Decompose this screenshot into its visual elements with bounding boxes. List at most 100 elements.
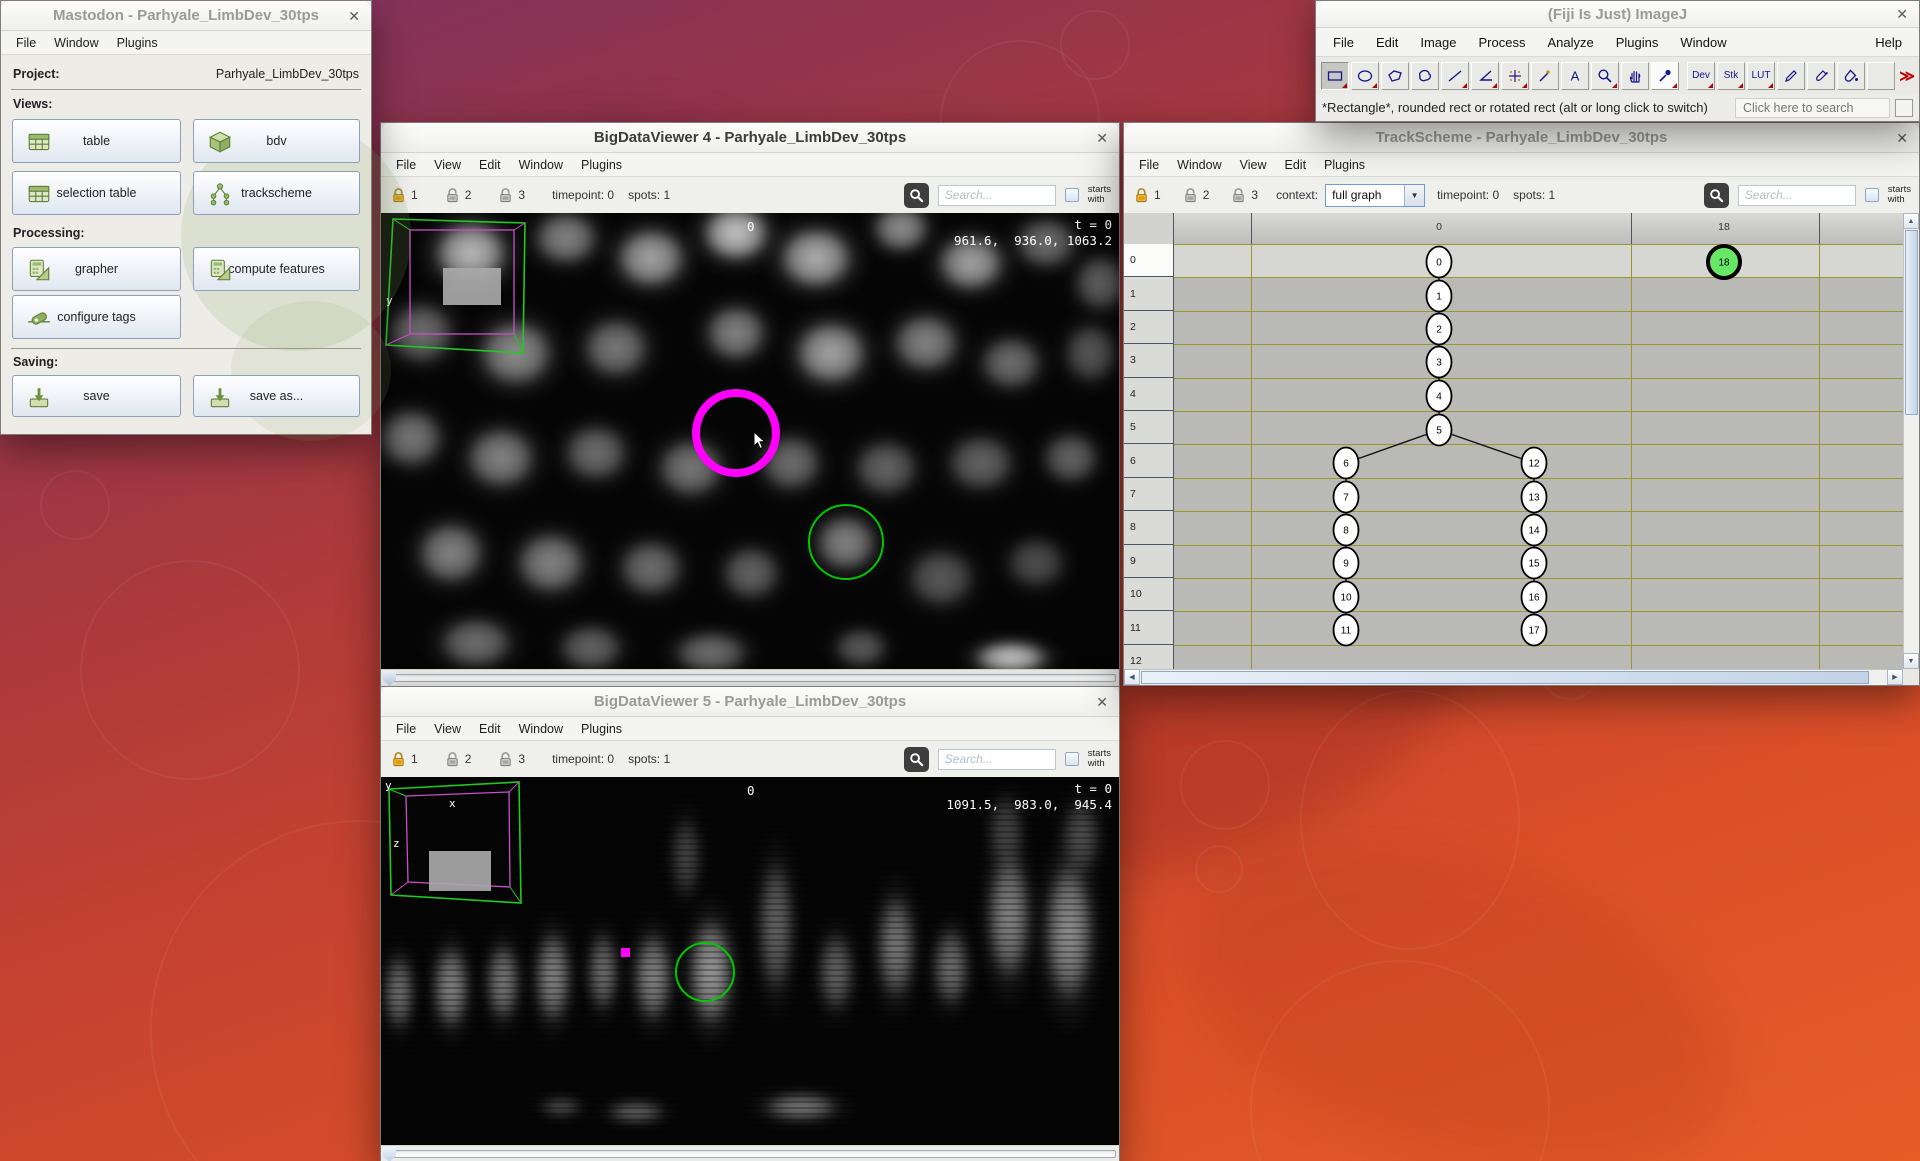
ts-menu-edit[interactable]: Edit <box>1276 158 1316 172</box>
close-icon[interactable]: ✕ <box>1896 130 1908 146</box>
point-tool-button[interactable] <box>1501 62 1529 90</box>
horizontal-scrollbar[interactable]: ◀ ▶ <box>1124 669 1903 685</box>
ij-menu-help[interactable]: Help <box>1864 35 1913 50</box>
ij-menu-edit[interactable]: Edit <box>1365 35 1409 50</box>
bdv4-menu-window[interactable]: Window <box>510 158 572 172</box>
grapher-button[interactable]: grapher <box>12 247 181 291</box>
hand-tool-button[interactable] <box>1621 62 1649 90</box>
polygon-tool-button[interactable] <box>1381 62 1409 90</box>
color-picker-tool-button[interactable] <box>1651 62 1679 90</box>
search-button[interactable] <box>904 183 929 208</box>
ts-lock-2[interactable]: 2 <box>1183 187 1210 204</box>
mastodon-menu-file[interactable]: File <box>7 36 45 50</box>
vertical-scrollbar[interactable]: ▲ ▼ <box>1903 213 1919 669</box>
mastodon-menu-plugins[interactable]: Plugins <box>108 36 167 50</box>
text-tool-button[interactable]: A <box>1561 62 1589 90</box>
bdv4-lock-3[interactable]: 3 <box>498 187 525 204</box>
chevron-down-icon[interactable]: ▼ <box>1404 185 1424 206</box>
bdv5-lock-3[interactable]: 3 <box>498 751 525 768</box>
ij-menu-window[interactable]: Window <box>1669 35 1737 50</box>
bdv5-menu-view[interactable]: View <box>425 722 470 736</box>
more-tools-button[interactable]: ≫ <box>1899 67 1915 85</box>
bdv5-lock-2[interactable]: 2 <box>445 751 472 768</box>
bdv4-image-canvas[interactable]: y 0 t = 0 961.6, 936.0, 1063.2 <box>381 213 1119 669</box>
ij-menu-image[interactable]: Image <box>1409 35 1467 50</box>
bdv4-search-input[interactable] <box>938 185 1056 206</box>
bdv4-time-slider-thumb[interactable] <box>383 671 396 686</box>
zoom-tool-button[interactable] <box>1591 62 1619 90</box>
ts-menu-plugins[interactable]: Plugins <box>1315 158 1374 172</box>
bdv5-time-slider-thumb[interactable] <box>383 1147 396 1161</box>
ts-lock-3[interactable]: 3 <box>1231 187 1258 204</box>
bdv5-time-slider-track[interactable] <box>384 1150 1116 1158</box>
ts-menu-window[interactable]: Window <box>1168 158 1230 172</box>
ij-menu-process[interactable]: Process <box>1468 35 1537 50</box>
spot-node[interactable] <box>1334 615 1359 646</box>
selected-spot-circle[interactable] <box>675 942 735 1002</box>
ts-lock-1[interactable]: 1 <box>1134 187 1161 204</box>
pencil-tool-button[interactable] <box>1777 62 1805 90</box>
spot-node[interactable] <box>1334 482 1359 513</box>
spot-node[interactable] <box>1522 615 1547 646</box>
context-dropdown[interactable]: full graph ▼ <box>1325 184 1425 207</box>
spot-node[interactable] <box>1334 448 1359 479</box>
flood-fill-tool-button[interactable] <box>1837 62 1865 90</box>
spot-node[interactable] <box>1522 448 1547 479</box>
bdv4-menu-view[interactable]: View <box>425 158 470 172</box>
ts-starts-with-checkbox[interactable] <box>1865 188 1879 202</box>
ij-menu-plugins[interactable]: Plugins <box>1605 35 1670 50</box>
scroll-left-button[interactable]: ◀ <box>1124 669 1140 685</box>
imagej-search-input[interactable] <box>1735 98 1890 118</box>
freehand-tool-button[interactable] <box>1411 62 1439 90</box>
bdv-button[interactable]: bdv <box>193 119 360 163</box>
spot-node[interactable] <box>1427 415 1452 446</box>
imagej-titlebar[interactable]: (Fiji Is Just) ImageJ ✕ <box>1316 1 1919 28</box>
bdv4-titlebar[interactable]: BigDataViewer 4 - Parhyale_LimbDev_30tps… <box>381 123 1119 153</box>
selected-spot-circle[interactable] <box>808 504 884 580</box>
bdv5-image-canvas[interactable]: y x z 0 t = 0 1091.5, 983.0, 945.4 <box>381 777 1119 1145</box>
close-icon[interactable]: ✕ <box>1896 6 1908 22</box>
bdv4-starts-with-checkbox[interactable] <box>1065 188 1079 202</box>
bdv4-time-slider-track[interactable] <box>384 674 1116 682</box>
bdv5-search-input[interactable] <box>938 749 1056 770</box>
spot-node[interactable] <box>1427 381 1452 412</box>
scroll-up-button[interactable]: ▲ <box>1903 213 1919 229</box>
bdv4-menu-edit[interactable]: Edit <box>470 158 510 172</box>
bdv4-lock-2[interactable]: 2 <box>445 187 472 204</box>
bdv4-menu-plugins[interactable]: Plugins <box>572 158 631 172</box>
bdv5-menu-file[interactable]: File <box>387 722 425 736</box>
save-button[interactable]: save <box>12 375 181 417</box>
dev-tool-button[interactable]: Dev <box>1687 62 1715 90</box>
bdv5-starts-with-checkbox[interactable] <box>1065 752 1079 766</box>
trackscheme-titlebar[interactable]: TrackScheme - Parhyale_LimbDev_30tps ✕ <box>1124 123 1919 153</box>
spot-node[interactable] <box>1427 347 1452 378</box>
vertical-scrollbar-thumb[interactable] <box>1905 230 1918 415</box>
lut-tool-button[interactable]: LUT <box>1747 62 1775 90</box>
mastodon-titlebar[interactable]: Mastodon - Parhyale_LimbDev_30tps ✕ <box>1 1 371 31</box>
close-icon[interactable]: ✕ <box>1096 694 1108 710</box>
spot-node[interactable] <box>1522 548 1547 579</box>
bdv5-menu-window[interactable]: Window <box>510 722 572 736</box>
spot-node[interactable] <box>1427 314 1452 345</box>
scroll-down-button[interactable]: ▼ <box>1903 653 1919 669</box>
ts-menu-file[interactable]: File <box>1130 158 1168 172</box>
empty-tool-slot[interactable] <box>1867 62 1895 90</box>
angle-tool-button[interactable] <box>1471 62 1499 90</box>
spot-node[interactable] <box>1522 482 1547 513</box>
spot-node[interactable] <box>1427 281 1452 312</box>
bdv4-time-slider[interactable] <box>381 669 1119 687</box>
rectangle-tool-button[interactable] <box>1321 62 1349 90</box>
selection-table-button[interactable]: selection table <box>12 171 181 215</box>
paintbrush-tool-button[interactable] <box>1807 62 1835 90</box>
ts-menu-view[interactable]: View <box>1231 158 1276 172</box>
ij-menu-analyze[interactable]: Analyze <box>1536 35 1604 50</box>
oval-tool-button[interactable] <box>1351 62 1379 90</box>
scroll-right-button[interactable]: ▶ <box>1887 669 1903 685</box>
trackscheme-graph[interactable]: 018 0123456789101112 0123456789101112131… <box>1124 213 1919 685</box>
bdv5-menu-plugins[interactable]: Plugins <box>572 722 631 736</box>
spot-node[interactable] <box>1334 515 1359 546</box>
horizontal-scrollbar-thumb[interactable] <box>1141 671 1869 684</box>
close-icon[interactable]: ✕ <box>1096 130 1108 146</box>
spot-node[interactable] <box>1522 582 1547 613</box>
line-tool-button[interactable] <box>1441 62 1469 90</box>
